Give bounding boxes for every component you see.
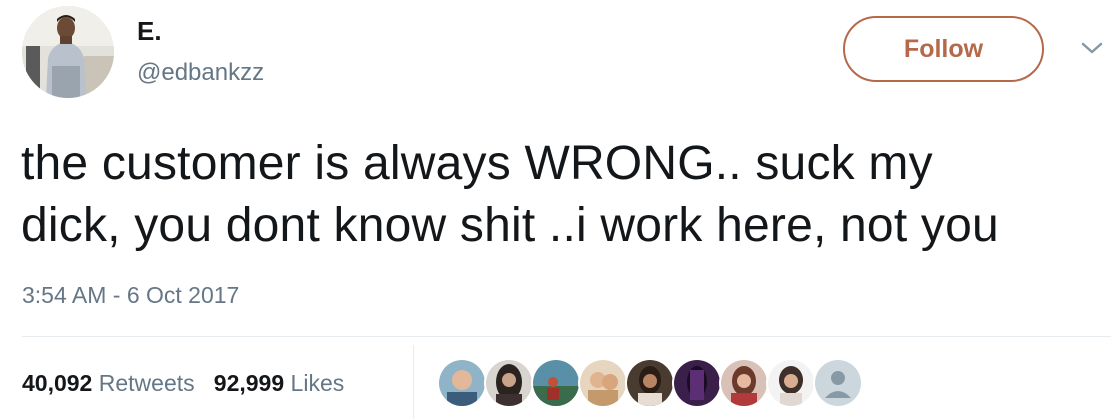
liker-avatar[interactable] — [531, 358, 581, 408]
tweet-stats: 40,092 Retweets 92,999 Likes — [22, 370, 344, 397]
retweets-stat[interactable]: 40,092 Retweets — [22, 370, 195, 396]
tweet-text: the customer is always WRONG.. suck my d… — [21, 133, 1111, 257]
tweet-text-line: dick, you dont know shit ..i work here, … — [21, 199, 999, 252]
tweet-text-line: the customer is always WRONG.. suck my — [21, 137, 933, 190]
liker-avatar[interactable] — [813, 358, 863, 408]
stats-separator — [413, 345, 414, 419]
liker-avatar[interactable] — [672, 358, 722, 408]
likes-count: 92,999 — [213, 370, 285, 396]
liker-avatar[interactable] — [437, 358, 487, 408]
retweets-count: 40,092 — [22, 370, 93, 396]
author-name[interactable]: E. — [137, 16, 162, 47]
likes-stat[interactable]: 92,999 Likes — [214, 370, 344, 396]
author-handle[interactable]: @edbankzz — [137, 59, 264, 87]
author-avatar[interactable] — [22, 6, 114, 98]
tweet-timestamp[interactable]: 3:54 AM - 6 Oct 2017 — [22, 282, 239, 309]
likes-label: Likes — [290, 370, 345, 396]
liker-avatar[interactable] — [484, 358, 534, 408]
follow-button[interactable]: Follow — [843, 16, 1044, 82]
liker-avatar[interactable] — [766, 358, 816, 408]
liker-avatar[interactable] — [625, 358, 675, 408]
retweets-label: Retweets — [98, 370, 195, 396]
stats-divider — [22, 336, 1111, 337]
liker-avatar[interactable] — [719, 358, 769, 408]
liker-avatar[interactable] — [578, 358, 628, 408]
chevron-down-icon[interactable] — [1080, 38, 1104, 58]
